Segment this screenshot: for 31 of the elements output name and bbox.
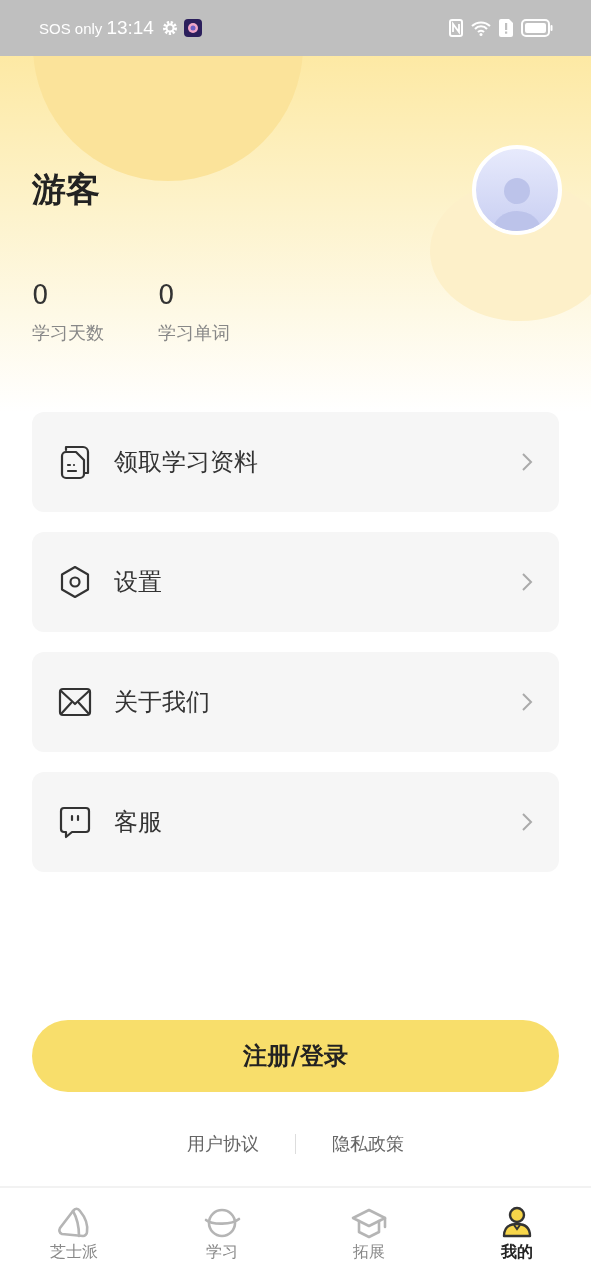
chevron-right-icon xyxy=(521,812,533,832)
stat-label: 学习天数 xyxy=(32,321,104,345)
link[interactable]: 用户协议 xyxy=(151,1132,295,1156)
menu-item[interactable]: 设置 xyxy=(32,532,559,632)
link[interactable]: 隐私政策 xyxy=(296,1132,440,1156)
stat-value: 0 xyxy=(158,279,176,312)
register-login-button[interactable]: 注册/登录 xyxy=(32,1020,559,1092)
nfc-icon xyxy=(449,19,463,37)
tab-item[interactable]: 我的 xyxy=(443,1188,591,1280)
chat-icon xyxy=(58,804,92,840)
tab-item[interactable]: 芝士派 xyxy=(0,1188,148,1280)
user-name: 游客 xyxy=(32,168,100,211)
menu-item[interactable]: 领取学习资料 xyxy=(32,412,559,512)
carrier-text: SOS only xyxy=(39,19,103,37)
chevron-right-icon xyxy=(521,452,533,472)
chevron-right-icon xyxy=(521,572,533,592)
menu-item[interactable]: 客服 xyxy=(32,772,559,872)
stat-value: 0 xyxy=(32,279,50,312)
chevron-right-icon xyxy=(521,692,533,712)
gear-icon xyxy=(161,20,178,36)
tab-item[interactable]: 学习 xyxy=(147,1188,296,1280)
settings-icon xyxy=(58,564,92,600)
clock: 13:14 xyxy=(106,17,154,39)
wifi-icon xyxy=(471,20,491,36)
app-icon xyxy=(183,19,202,37)
stat-label: 学习单词 xyxy=(158,321,230,345)
document-icon xyxy=(58,444,92,480)
tab-item[interactable]: 拓展 xyxy=(295,1188,444,1280)
battery-icon xyxy=(521,19,553,37)
menu-item[interactable]: 关于我们 xyxy=(32,652,559,752)
sim-alert-icon xyxy=(499,19,513,37)
